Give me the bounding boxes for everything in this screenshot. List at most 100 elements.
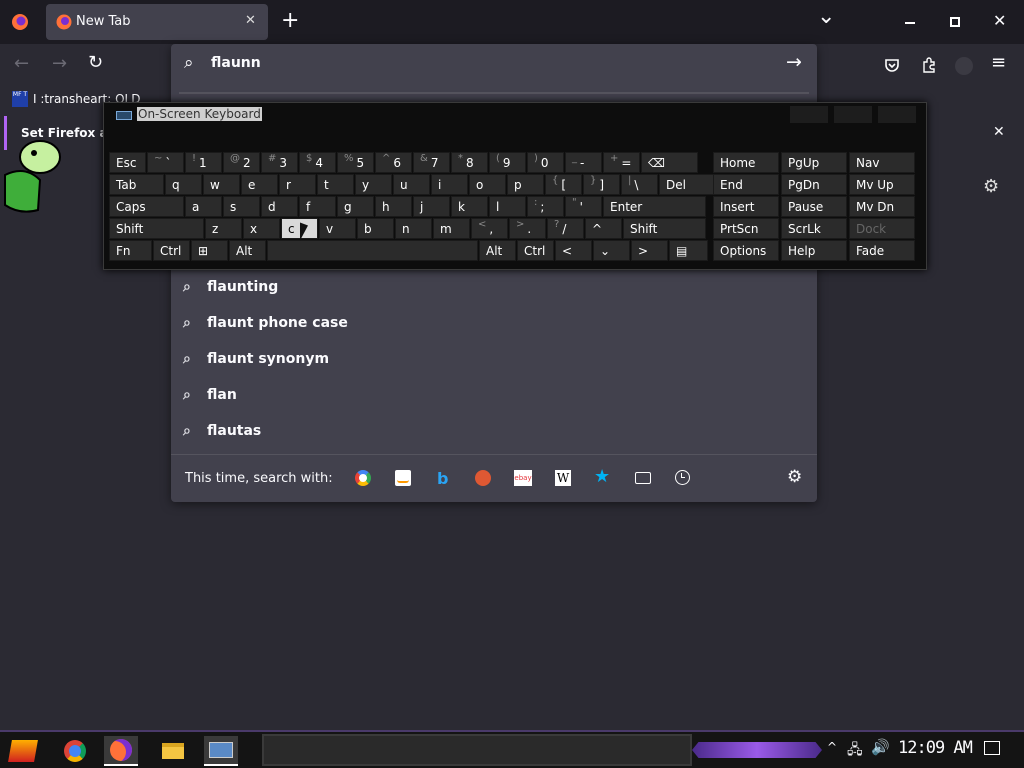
osk-key[interactable]: x — [243, 218, 280, 239]
osk-key[interactable]: v — [319, 218, 356, 239]
osk-key[interactable]: ⊞ — [191, 240, 228, 261]
osk-key[interactable]: ^ 6 — [375, 152, 412, 173]
forward-icon[interactable]: → — [52, 53, 67, 74]
osk-nav-key[interactable]: Insert — [713, 196, 779, 217]
chrome-icon[interactable] — [58, 736, 92, 766]
osk-key[interactable]: t — [317, 174, 354, 195]
osk-key[interactable]: < — [555, 240, 592, 261]
osk-key[interactable]: k — [451, 196, 488, 217]
suggestion-row[interactable]: ⌕ flautas — [183, 416, 261, 446]
osk-key[interactable]: e — [241, 174, 278, 195]
osk-nav-key[interactable]: Fade — [849, 240, 915, 261]
osk-key[interactable]: ▤ — [669, 240, 708, 261]
osk-nav-key[interactable]: End — [713, 174, 779, 195]
osk-key[interactable]: #3 — [261, 152, 298, 173]
osk-key[interactable]: u — [393, 174, 430, 195]
osk-title-bar[interactable]: On-Screen Keyboard — [104, 103, 926, 127]
osk-key[interactable]: + = — [603, 152, 640, 173]
osk-key[interactable]: ⌄ — [593, 240, 630, 261]
osk-key[interactable]: Alt — [479, 240, 516, 261]
osk-key[interactable]: j — [413, 196, 450, 217]
osk-key[interactable]: & 7 — [413, 152, 450, 173]
go-arrow-icon[interactable]: → — [786, 51, 802, 73]
osk-key[interactable]: <, — [471, 218, 508, 239]
osk-nav-key[interactable]: Nav — [849, 152, 915, 173]
osk-key[interactable]: ? / — [547, 218, 584, 239]
reload-icon[interactable]: ↻ — [88, 52, 103, 73]
osk-key[interactable]: Shift — [623, 218, 706, 239]
restore-button[interactable] — [950, 17, 960, 27]
osk-key[interactable]: }] — [583, 174, 620, 195]
osk-nav-key[interactable]: Home — [713, 152, 779, 173]
osk-key[interactable]: * 8 — [451, 152, 488, 173]
firefox-taskbar-icon[interactable] — [104, 736, 138, 766]
list-all-tabs-icon[interactable]: ⌄ — [817, 4, 835, 29]
tab-new-tab[interactable]: New Tab ✕ — [46, 4, 268, 40]
osk-nav-key[interactable]: Options — [713, 240, 779, 261]
osk-key[interactable]: _ - — [565, 152, 602, 173]
bing-icon[interactable]: b — [437, 469, 448, 488]
volume-icon[interactable]: 🔊 — [871, 738, 890, 756]
clock-time[interactable]: 12:09 AM — [898, 738, 973, 758]
google-icon[interactable] — [355, 470, 371, 486]
file-explorer-icon[interactable] — [156, 736, 190, 766]
tray-chevron-icon[interactable]: ^ — [827, 740, 837, 754]
history-icon[interactable] — [675, 470, 690, 485]
osk-key[interactable]: Shift — [109, 218, 204, 239]
network-icon[interactable]: 🖧 — [847, 739, 863, 763]
osk-maximize-button[interactable] — [834, 106, 872, 123]
osk-key[interactable]: i — [431, 174, 468, 195]
osk-nav-key[interactable]: Dock — [849, 218, 915, 239]
osk-key[interactable]: s — [223, 196, 260, 217]
osk-key[interactable]: ! 1 — [185, 152, 222, 173]
osk-key[interactable]: p — [507, 174, 544, 195]
start-button[interactable] — [6, 736, 40, 766]
osk-key[interactable]: ) 0 — [527, 152, 564, 173]
osk-key[interactable]: @2 — [223, 152, 260, 173]
osk-close-button[interactable] — [878, 106, 916, 123]
osk-key[interactable]: y — [355, 174, 392, 195]
osk-key[interactable]: Caps — [109, 196, 184, 217]
suggestion-row[interactable]: ⌕ flaunt synonym — [183, 344, 329, 374]
back-icon[interactable]: ← — [14, 53, 29, 74]
osk-key[interactable]: l — [489, 196, 526, 217]
firefox-view-icon[interactable] — [8, 10, 32, 34]
minimize-button[interactable] — [905, 22, 915, 24]
suggestion-row[interactable]: ⌕ flaunting — [183, 272, 278, 302]
osk-key[interactable]: % 5 — [337, 152, 374, 173]
notification-icon[interactable] — [984, 741, 1000, 755]
osk-minimize-button[interactable] — [790, 106, 828, 123]
suggestion-row[interactable]: ⌕ flan — [183, 380, 237, 410]
duckduckgo-icon[interactable] — [475, 470, 491, 486]
osk-key[interactable]: ^ — [585, 218, 622, 239]
menu-icon[interactable]: ≡ — [991, 52, 1006, 73]
search-settings-gear-icon[interactable]: ⚙ — [787, 467, 802, 487]
osk-key[interactable]: a — [185, 196, 222, 217]
osk-key[interactable]: $4 — [299, 152, 336, 173]
osk-nav-key[interactable]: PgDn — [781, 174, 847, 195]
settings-gear-icon[interactable]: ⚙ — [983, 176, 999, 197]
urlbar-input[interactable]: ⌕ flaunn → — [171, 44, 817, 84]
osk-nav-key[interactable]: Mv Dn — [849, 196, 915, 217]
osk-key[interactable]: Fn — [109, 240, 152, 261]
osk-key[interactable]: " ' — [565, 196, 602, 217]
osk-taskbar-icon[interactable] — [204, 736, 238, 766]
osk-key[interactable]: w — [203, 174, 240, 195]
osk-nav-key[interactable]: PgUp — [781, 152, 847, 173]
osk-key[interactable] — [267, 240, 478, 261]
osk-key[interactable]: o — [469, 174, 506, 195]
wikipedia-icon[interactable]: W — [555, 470, 571, 486]
suggestion-row[interactable]: ⌕ flaunt phone case — [183, 308, 348, 338]
osk-key[interactable]: ⌫ — [641, 152, 698, 173]
new-tab-button[interactable]: + — [281, 8, 299, 33]
bookmarks-icon[interactable]: ★ — [594, 466, 610, 487]
osk-key[interactable]: (9 — [489, 152, 526, 173]
amazon-icon[interactable] — [395, 470, 411, 486]
osk-key[interactable]: m — [433, 218, 470, 239]
window-close-button[interactable]: ✕ — [993, 11, 1006, 30]
osk-key[interactable]: r — [279, 174, 316, 195]
osk-nav-key[interactable]: Pause — [781, 196, 847, 217]
osk-key[interactable]: Esc — [109, 152, 146, 173]
osk-key[interactable]: Tab — [109, 174, 164, 195]
ebay-icon[interactable]: ebay — [514, 470, 532, 486]
